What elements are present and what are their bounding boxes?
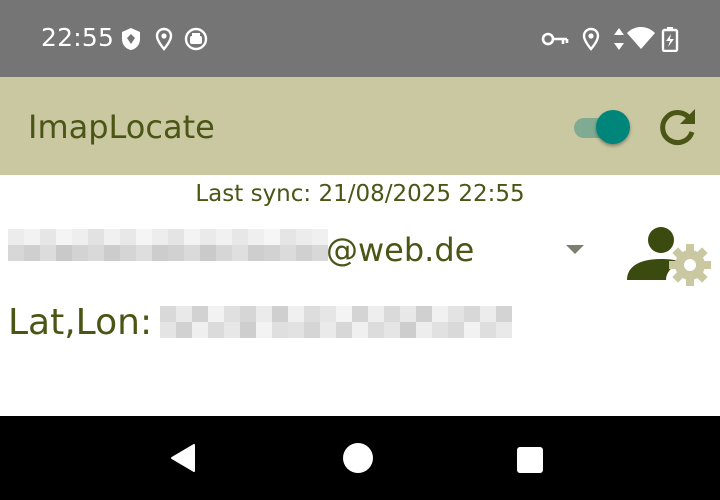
- vpn-key-icon: [540, 26, 570, 52]
- screen: 22:55 ImapLocate Last sync: 21/08/2025 2…: [0, 0, 720, 500]
- dropdown-arrow-icon[interactable]: [566, 245, 584, 254]
- location-pin-icon: [151, 26, 177, 52]
- recents-icon: [517, 447, 543, 473]
- account-selector[interactable]: @web.de: [0, 225, 720, 286]
- last-sync-text: Last sync: 21/08/2025 22:55: [195, 181, 525, 207]
- recents-button[interactable]: [516, 446, 544, 474]
- home-button[interactable]: [342, 442, 374, 474]
- back-button[interactable]: [168, 442, 200, 474]
- toggle-thumb: [596, 110, 630, 144]
- status-time: 22:55: [41, 23, 115, 52]
- wifi-icon: [626, 26, 656, 52]
- person-gear-icon: [627, 227, 711, 286]
- app-title: ImapLocate: [28, 108, 215, 146]
- refresh-icon: [660, 109, 695, 146]
- account-settings-button[interactable]: [624, 225, 714, 289]
- redacted-account-name: [8, 229, 328, 261]
- content-area: Last sync: 21/08/2025 22:55 @web.de Lat,…: [0, 175, 720, 416]
- tracking-toggle[interactable]: [572, 107, 634, 147]
- shield-icon: [118, 26, 144, 52]
- back-icon: [171, 444, 195, 472]
- app-badge-icon: [183, 26, 209, 52]
- navigation-bar: [0, 416, 720, 500]
- status-bar: 22:55: [0, 0, 720, 77]
- home-icon: [343, 443, 373, 473]
- app-bar: ImapLocate: [0, 77, 720, 175]
- refresh-button[interactable]: [654, 105, 700, 151]
- account-domain: @web.de: [326, 231, 475, 269]
- battery-charging-icon: [660, 26, 680, 52]
- location-pin-icon: [578, 26, 604, 52]
- latlon-label: Lat,Lon:: [8, 302, 153, 343]
- redacted-coordinates: [160, 306, 522, 338]
